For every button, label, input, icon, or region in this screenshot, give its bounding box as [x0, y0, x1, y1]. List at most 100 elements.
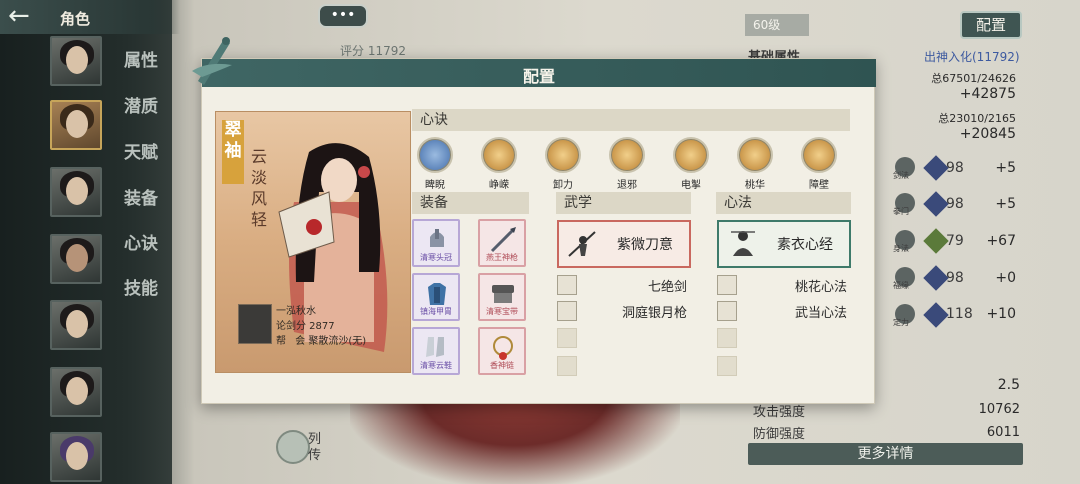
wuxue-item[interactable]: 七绝剑 [557, 275, 691, 295]
mp-ratio: 总23010/2165 [938, 112, 1016, 125]
xinjue-item[interactable]: 退邪 [607, 137, 647, 191]
stat-bonus: +0 [995, 270, 1016, 286]
sword-skill-icon [557, 275, 577, 295]
boots-icon [426, 337, 444, 357]
stat-bonus: +5 [995, 196, 1016, 212]
inner-art-icon [717, 301, 737, 321]
side-menu-attributes[interactable]: 属性 [124, 46, 158, 71]
back-arrow-icon[interactable]: ← [8, 3, 44, 29]
equipment-slot-boots[interactable]: 清寒云鞋 [412, 327, 460, 375]
empty-skill-slot[interactable] [717, 328, 737, 348]
defense-value: 6011 [986, 425, 1020, 440]
equipment-tag: 清寒云鞋 [420, 361, 452, 370]
equipment-slot-armor[interactable]: 镇海甲胄 [412, 273, 460, 321]
equipment-section-header: 装备 [412, 192, 529, 214]
stat-name: 定力 [893, 318, 909, 327]
xinjue-icon [673, 137, 709, 173]
defense-label: 防御强度 [753, 427, 806, 442]
equipment-slot-weapon[interactable]: 燕王神枪 [478, 219, 526, 267]
side-menu-talent[interactable]: 天赋 [124, 138, 158, 163]
dialog-title: 配置 [522, 67, 555, 86]
equipment-tag: 清寒头冠 [420, 253, 452, 262]
xinfa-main-slot[interactable]: 素衣心经 [717, 220, 851, 268]
empty-skill-slot[interactable] [557, 356, 577, 376]
xinjue-item[interactable]: 电掣 [671, 137, 711, 191]
empty-skill-slot[interactable] [557, 328, 577, 348]
sidebar-portrait[interactable] [50, 36, 102, 86]
xinjue-item[interactable]: 桃华 [735, 137, 775, 191]
side-menu-equipment[interactable]: 装备 [124, 184, 158, 209]
guild-name: 会 聚散流沙(无) [295, 336, 367, 347]
more-details-button[interactable]: 更多详情 [748, 443, 1023, 465]
xinjue-label: 障壁 [809, 180, 829, 191]
xinfa-item-label: 桃花心法 [794, 280, 847, 295]
guild-prefix: 帮 [276, 336, 286, 347]
hp-ratio: 总67501/24626 [931, 72, 1016, 85]
stat-value: 98 [946, 270, 964, 286]
xinjue-item[interactable]: 睥睨 [415, 137, 455, 191]
config-button[interactable]: 配置 [960, 11, 1022, 39]
xinjue-label: 睥睨 [425, 180, 445, 191]
sidebar-portrait[interactable] [50, 367, 102, 417]
xinfa-item[interactable]: 武当心法 [717, 301, 851, 321]
equipment-slot-helmet[interactable]: 清寒头冠 [412, 219, 460, 267]
xinjue-item[interactable]: 卸力 [543, 137, 583, 191]
wuxue-item[interactable]: 洞庭银月枪 [557, 301, 691, 321]
sidebar-portrait[interactable] [50, 300, 102, 350]
meditation-icon [731, 231, 755, 256]
belt-icon [492, 285, 514, 303]
xinjue-item[interactable]: 峥嵘 [479, 137, 519, 191]
equipment-tag: 镇海甲胄 [420, 307, 452, 316]
player-name: 一泓秋水 [276, 306, 316, 317]
wuxue-item-label: 七绝剑 [647, 280, 687, 295]
xinjue-label: 桃华 [745, 180, 765, 191]
stat-name: 福缘 [893, 281, 909, 290]
dialog-header: 配置 [202, 59, 876, 87]
stat-value: 98 [946, 160, 964, 176]
wuxue-item-label: 洞庭银月枪 [621, 306, 687, 321]
ratio-value: 2.5 [997, 377, 1020, 393]
mp-bonus: +20845 [959, 126, 1016, 142]
stat-value: 98 [946, 196, 964, 212]
armor-icon [428, 283, 446, 305]
side-menu-xinjue[interactable]: 心诀 [124, 229, 158, 254]
wuxue-main-slot[interactable]: 紫微刀意 [557, 220, 691, 268]
equipment-slot-necklace[interactable]: 香神链 [478, 327, 526, 375]
xinjue-item[interactable]: 障壁 [799, 137, 839, 191]
wuxue-section-header: 武学 [556, 192, 691, 214]
sidebar-portrait[interactable] [50, 432, 102, 482]
xinjue-icon [801, 137, 837, 173]
spear-skill-icon [557, 301, 577, 321]
sidebar-portrait[interactable] [50, 167, 102, 217]
xinjue-icon [737, 137, 773, 173]
attack-value: 10762 [978, 402, 1020, 417]
xinjue-label: 峥嵘 [489, 180, 509, 191]
xinfa-main-label: 素衣心经 [777, 237, 833, 253]
sidebar-portrait[interactable] [50, 234, 102, 284]
stat-value: 79 [946, 233, 964, 249]
xinfa-item[interactable]: 桃花心法 [717, 275, 851, 295]
config-dialog: 配置 翠袖 云淡风轻 一泓秋水 论剑分 2877 帮 会 聚散流沙(无) 心诀 … [192, 37, 876, 404]
biography-button[interactable]: 列传 [274, 428, 334, 468]
sidebar-portrait-selected[interactable] [50, 100, 102, 150]
empty-skill-slot[interactable] [717, 356, 737, 376]
equipment-tag: 燕王神枪 [486, 253, 518, 262]
side-menu-potential[interactable]: 潜质 [124, 92, 158, 117]
stat-value: 118 [946, 306, 973, 322]
sword-score: 论剑分 2877 [276, 321, 335, 332]
player-avatar[interactable] [238, 304, 272, 344]
xinjue-label: 电掣 [681, 180, 701, 191]
stat-name: 剑法 [893, 171, 909, 180]
page-title: 角色 [60, 10, 91, 28]
character-card: 翠袖 云淡风轻 一泓秋水 论剑分 2877 帮 会 聚散流沙(无) [215, 111, 411, 373]
biography-icon [276, 430, 310, 464]
inner-art-icon [717, 275, 737, 295]
equipment-slot-belt[interactable]: 清寒宝带 [478, 273, 526, 321]
chat-bubble-button[interactable]: ••• [318, 4, 368, 28]
xinjue-icon [417, 137, 453, 173]
level-badge: 60级 [745, 14, 809, 36]
player-info: 一泓秋水 论剑分 2877 帮 会 聚散流沙(无) [238, 302, 408, 358]
stat-name: 拳门 [893, 207, 909, 216]
side-menu-skills[interactable]: 技能 [124, 274, 158, 299]
sword-ornament-icon [192, 37, 232, 85]
